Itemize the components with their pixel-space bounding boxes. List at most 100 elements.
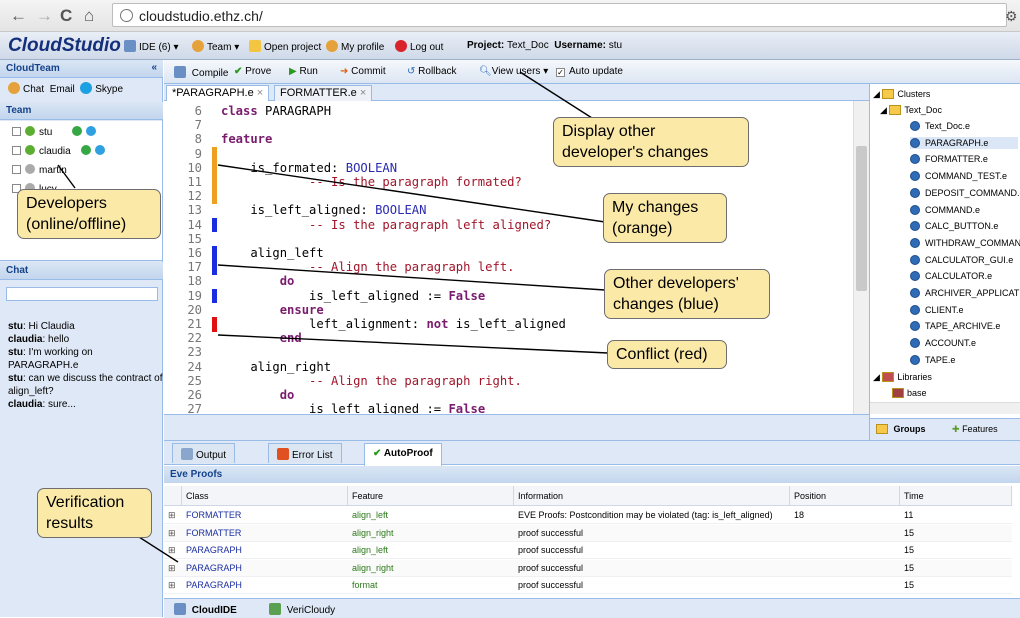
forward-icon[interactable]: → (36, 6, 53, 26)
reload-icon[interactable]: C (60, 6, 72, 26)
chat-header: Chat (0, 262, 163, 280)
skype-icon[interactable] (86, 126, 97, 136)
menu-my-profile[interactable]: My profile (326, 40, 384, 53)
chat-link[interactable]: Chat (8, 82, 44, 95)
tree-file[interactable]: COMMAND.e (910, 204, 980, 216)
email-link[interactable]: Email (50, 84, 75, 95)
tree-clusters[interactable]: ◢ Clusters (873, 88, 930, 100)
table-row[interactable] (164, 577, 1012, 594)
code-line[interactable]: do (221, 274, 295, 288)
code-line[interactable]: -- Is the paragraph formated? (221, 175, 522, 189)
expand-icon[interactable]: ⊞ (164, 560, 180, 577)
tab-cloudide[interactable]: CloudIDE (174, 603, 237, 616)
tab-formatter[interactable]: FORMATTER.e × (274, 85, 373, 101)
back-icon[interactable]: ← (10, 6, 27, 26)
tree-file[interactable]: WITHDRAW_COMMAN (910, 237, 1020, 249)
code-line[interactable]: is_left_aligned := False (221, 402, 485, 414)
chat-input[interactable] (6, 287, 158, 301)
tree-file[interactable]: CLIENT.e (910, 304, 964, 316)
menu-open-project[interactable]: Open project (249, 40, 321, 53)
tree-file[interactable]: DEPOSIT_COMMAND.e (910, 187, 1020, 199)
collapse-icon[interactable]: « (151, 62, 157, 73)
tree-file[interactable]: CALC_BUTTON.e (910, 220, 998, 232)
column-header[interactable]: Information (514, 486, 790, 506)
code-editor[interactable]: 6 class PARAGRAPH 7 8 feature 9 10 is_formated… (164, 101, 854, 414)
expand-icon[interactable]: ⊞ (164, 507, 180, 524)
prove-button[interactable]: ✔ Prove (234, 66, 271, 77)
team-member[interactable]: claudia (12, 144, 109, 160)
editor-scrollbar[interactable] (853, 101, 869, 414)
close-icon[interactable]: × (360, 87, 366, 99)
code-line[interactable]: -- Align the paragraph right. (221, 374, 522, 388)
expand-icon[interactable]: ⊞ (164, 542, 180, 559)
address-bar[interactable]: cloudstudio.ethz.ch/ (112, 3, 1007, 27)
tab-features[interactable]: ✚ Features (952, 424, 998, 435)
skype-link[interactable]: Skype (80, 82, 123, 95)
code-line[interactable]: is_formated: BOOLEAN (221, 161, 397, 175)
member-checkbox[interactable] (12, 165, 21, 174)
code-line[interactable]: do (221, 388, 295, 402)
code-line[interactable]: feature (221, 132, 272, 146)
tree-file[interactable]: Text_Doc.e (910, 120, 970, 132)
code-line[interactable]: is_left_aligned := False (221, 289, 485, 303)
code-line[interactable]: -- Align the paragraph left. (221, 260, 514, 274)
tab-output[interactable]: Output (172, 443, 236, 463)
auto-update-checkbox[interactable]: ✓ (556, 68, 565, 77)
table-row[interactable] (164, 559, 1012, 577)
column-header[interactable]: Time (900, 486, 1012, 506)
commit-button[interactable]: ➜ Commit (340, 66, 386, 77)
expand-icon[interactable]: ⊞ (164, 525, 180, 542)
column-header[interactable]: Feature (348, 486, 514, 506)
column-header[interactable]: Position (790, 486, 900, 506)
tree-file[interactable]: TAPE_ARCHIVE.e (910, 320, 1000, 332)
tree-file[interactable]: PARAGRAPH.e (910, 136, 1018, 149)
code-line[interactable]: -- Is the paragraph left aligned? (221, 218, 551, 232)
tree-file[interactable]: FORMATTER.e (910, 153, 988, 165)
tree-file[interactable]: ARCHIVER_APPLICATI (910, 287, 1020, 299)
tab-paragraph[interactable]: *PARAGRAPH.e × (166, 85, 270, 101)
tree-base[interactable]: base (892, 387, 927, 399)
menu-team[interactable]: Team ▾ (192, 40, 239, 53)
expand-icon[interactable]: ⊞ (164, 577, 180, 594)
tab-error-list[interactable]: Error List (268, 443, 342, 463)
tree-file[interactable]: COMMAND_TEST.e (910, 170, 1007, 182)
home-icon[interactable]: ⌂ (84, 6, 94, 26)
tree-file[interactable]: TAPE.e (910, 354, 955, 366)
rollback-button[interactable]: ↺ Rollback (407, 66, 457, 77)
table-row[interactable] (164, 524, 1012, 542)
code-line[interactable]: end (221, 331, 302, 345)
run-button[interactable]: ▶ Run (289, 66, 318, 77)
code-line[interactable]: is_left_aligned: BOOLEAN (221, 203, 426, 217)
team-member[interactable]: martin (12, 163, 67, 179)
wrench-icon[interactable]: ⚙ (1005, 6, 1018, 26)
column-header[interactable]: Class (182, 486, 348, 506)
call-icon[interactable] (72, 126, 83, 136)
tree-file[interactable]: CALCULATOR_GUI.e (910, 254, 1013, 266)
team-member[interactable]: stu (12, 125, 100, 141)
tree-project[interactable]: ◢ Text_Doc (880, 104, 942, 116)
code-line[interactable]: align_left (221, 246, 323, 260)
tree-file[interactable]: CALCULATOR.e (910, 270, 992, 282)
menu-logout[interactable]: Log out (395, 40, 443, 53)
auto-update-toggle[interactable]: ✓ Auto update (556, 66, 623, 77)
member-checkbox[interactable] (12, 146, 21, 155)
tab-groups[interactable]: Groups (876, 424, 926, 434)
table-row[interactable] (164, 542, 1012, 559)
menu-ide[interactable]: IDE (6) ▾ (124, 40, 178, 53)
view-users-button[interactable]: 🔍︎View users ▾ (479, 66, 548, 77)
call-icon[interactable] (80, 145, 91, 155)
compile-button[interactable]: Compile (174, 66, 228, 79)
code-line[interactable]: left_alignment: not is_left_aligned (221, 317, 566, 331)
member-checkbox[interactable] (12, 127, 21, 136)
close-icon[interactable]: × (257, 87, 263, 99)
skype-icon[interactable] (94, 145, 105, 155)
code-line[interactable]: align_right (221, 360, 331, 374)
tab-autoproof[interactable]: ✔ AutoProof (364, 443, 442, 466)
code-line[interactable]: class PARAGRAPH (221, 104, 331, 118)
tree-libraries[interactable]: ◢ Libraries (873, 371, 932, 383)
tree-file[interactable]: ACCOUNT.e (910, 337, 976, 349)
tab-vericloudy[interactable]: VeriCloudy (269, 603, 335, 616)
code-line[interactable]: ensure (221, 303, 324, 317)
scroll-thumb[interactable] (856, 146, 867, 291)
tree-hscrollbar[interactable] (870, 402, 1020, 414)
